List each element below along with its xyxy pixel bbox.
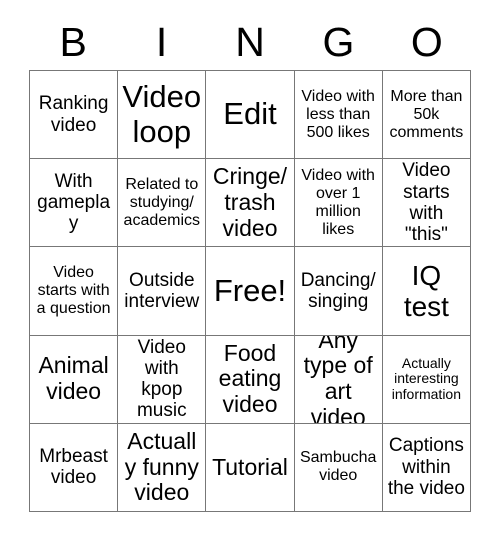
- bingo-cell-label: With gameplay: [37, 170, 111, 235]
- bingo-cell-n2[interactable]: Cringe/ trash video: [206, 159, 295, 248]
- bingo-cell-label: Video starts with a question: [36, 264, 111, 317]
- bingo-cell-label: Video with over 1 million likes: [301, 166, 375, 238]
- bingo-cell-label: Mrbeast video: [39, 446, 108, 489]
- bingo-cell-g1[interactable]: Video with less than 500 likes: [294, 71, 383, 160]
- bingo-cell-label: Food eating video: [218, 339, 282, 418]
- bingo-cell-label: Actually funny video: [124, 427, 199, 506]
- bingo-grid: Ranking video Video loop Edit Video with…: [29, 70, 471, 512]
- bingo-cell-b1[interactable]: Ranking video: [30, 71, 119, 160]
- bingo-cell-label: Cringe/ trash video: [212, 163, 288, 241]
- bingo-cell-label: Free!: [213, 272, 287, 308]
- bingo-cell-label: IQ test: [403, 259, 449, 322]
- bingo-cell-b5[interactable]: Mrbeast video: [30, 423, 119, 512]
- bingo-cell-n5[interactable]: Tutorial: [206, 423, 295, 512]
- bingo-cell-o1[interactable]: More than 50k comments: [382, 71, 471, 160]
- bingo-cell-label: Dancing/ singing: [300, 269, 376, 312]
- bingo-cell-free-space[interactable]: Free!: [206, 247, 295, 336]
- bingo-cell-label: Video loop: [122, 78, 202, 149]
- bingo-cell-g4[interactable]: Any type of art video: [294, 335, 383, 424]
- bingo-cell-label: Captions within the video: [387, 435, 465, 500]
- bingo-cell-label: Ranking video: [38, 93, 109, 136]
- bingo-cell-i2[interactable]: Related to studying/ academics: [118, 159, 207, 248]
- bingo-cell-o4[interactable]: Actually interesting information: [382, 335, 471, 424]
- bingo-header-letter-g: G: [322, 18, 355, 65]
- bingo-cell-n1[interactable]: Edit: [206, 71, 295, 160]
- bingo-header-letter-n: N: [235, 18, 265, 65]
- bingo-cell-i5[interactable]: Actually funny video: [118, 423, 207, 512]
- bingo-cell-b3[interactable]: Video starts with a question: [30, 247, 119, 336]
- bingo-cell-o2[interactable]: Video starts with "this": [382, 159, 471, 248]
- bingo-cell-i3[interactable]: Outside interview: [118, 247, 207, 336]
- bingo-cell-n4[interactable]: Food eating video: [206, 335, 295, 424]
- bingo-cell-b2[interactable]: With gameplay: [30, 159, 119, 248]
- bingo-cell-label: Video starts with "this": [402, 160, 451, 246]
- bingo-cell-label: Related to studying/ academics: [123, 175, 201, 229]
- bingo-cell-g5[interactable]: Sambucha video: [294, 423, 383, 512]
- bingo-cell-label: Edit: [223, 96, 277, 132]
- bingo-cell-g2[interactable]: Video with over 1 million likes: [294, 159, 383, 248]
- bingo-cell-o5[interactable]: Captions within the video: [382, 423, 471, 512]
- bingo-cell-i4[interactable]: Video with kpop music: [118, 335, 207, 424]
- bingo-cell-label: Any type of art video: [303, 335, 373, 424]
- bingo-cell-i1[interactable]: Video loop: [118, 71, 207, 160]
- bingo-header-letter-b: B: [59, 18, 87, 65]
- bingo-cell-label: Sambucha video: [299, 449, 377, 485]
- bingo-cell-label: Video with kpop music: [136, 336, 187, 422]
- bingo-cell-label: Animal video: [38, 352, 109, 405]
- bingo-header-row: B I N G O: [29, 14, 471, 70]
- bingo-card: B I N G O Ranking video Video loop Edit …: [0, 0, 500, 544]
- bingo-cell-label: More than 50k comments: [389, 87, 464, 141]
- bingo-cell-label: Outside interview: [124, 269, 200, 312]
- bingo-cell-o3[interactable]: IQ test: [382, 247, 471, 336]
- bingo-cell-label: Actually interesting information: [391, 354, 462, 403]
- bingo-cell-label: Video with less than 500 likes: [301, 87, 375, 141]
- bingo-header-letter-o: O: [410, 18, 443, 65]
- bingo-cell-g3[interactable]: Dancing/ singing: [294, 247, 383, 336]
- bingo-cell-label: Tutorial: [212, 453, 288, 480]
- bingo-header-letter-i: I: [155, 18, 168, 65]
- bingo-cell-b4[interactable]: Animal video: [30, 335, 119, 424]
